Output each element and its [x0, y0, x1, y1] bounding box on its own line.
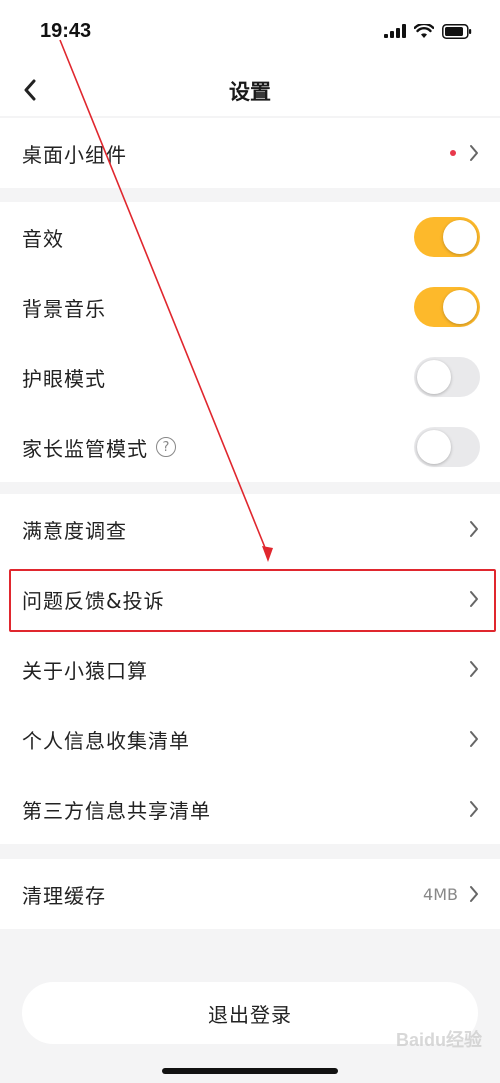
cache-size: 4MB: [423, 884, 458, 904]
notification-dot: [450, 150, 456, 156]
signal-icon: [384, 24, 406, 38]
row-label: 桌面小组件: [22, 142, 127, 167]
row-label: 满意度调查: [22, 518, 127, 543]
row-label: 护眼模式: [22, 366, 106, 391]
row-eye-care-mode: 护眼模式: [0, 342, 500, 412]
status-time: 19:43: [40, 20, 92, 42]
toggle-knob: [417, 360, 451, 394]
toggle-knob: [417, 430, 451, 464]
row-label: 问题反馈&投诉: [22, 588, 165, 613]
settings-group-toggles: 音效 背景音乐 护眼模式 家长监管模式 ?: [0, 202, 500, 482]
status-icons: [384, 22, 472, 40]
watermark: Baidu经验: [395, 1030, 482, 1050]
chevron-right-icon: [470, 661, 478, 677]
row-parental-control: 家长监管模式 ?: [0, 412, 500, 482]
row-sound-effects: 音效: [0, 202, 500, 272]
row-clear-cache[interactable]: 清理缓存 4MB: [0, 859, 500, 929]
help-icon[interactable]: ?: [156, 437, 176, 457]
row-desktop-widget[interactable]: 桌面小组件: [0, 118, 500, 188]
background-music-toggle[interactable]: [414, 287, 480, 327]
parental-control-toggle[interactable]: [414, 427, 480, 467]
row-label: 清理缓存: [22, 883, 106, 908]
chevron-right-icon: [470, 145, 478, 161]
status-bar: 19:43: [0, 0, 500, 64]
row-feedback-complaint[interactable]: 问题反馈&投诉: [0, 564, 500, 634]
home-indicator: [162, 1068, 338, 1074]
row-personal-info-list[interactable]: 个人信息收集清单: [0, 704, 500, 774]
eye-care-toggle[interactable]: [414, 357, 480, 397]
nav-bar: 设置: [0, 64, 500, 116]
row-background-music: 背景音乐: [0, 272, 500, 342]
sound-effects-toggle[interactable]: [414, 217, 480, 257]
chevron-right-icon: [470, 886, 478, 902]
row-label: 关于小猿口算: [22, 658, 148, 683]
row-satisfaction-survey[interactable]: 满意度调查: [0, 494, 500, 564]
battery-icon: [442, 23, 472, 39]
chevron-right-icon: [470, 591, 478, 607]
settings-group-info: 满意度调查 问题反馈&投诉 关于小猿口算 个人信息收集清单 第三方信息共享清单: [0, 494, 500, 844]
settings-group-widgets: 桌面小组件: [0, 118, 500, 188]
row-label: 个人信息收集清单: [22, 728, 190, 753]
row-label: 背景音乐: [22, 296, 106, 321]
chevron-right-icon: [470, 801, 478, 817]
toggle-knob: [443, 220, 477, 254]
page-title: 设置: [229, 80, 271, 104]
row-label: 第三方信息共享清单: [22, 798, 211, 823]
toggle-knob: [443, 290, 477, 324]
chevron-right-icon: [470, 731, 478, 747]
row-label: 家长监管模式: [22, 436, 148, 461]
row-about-app[interactable]: 关于小猿口算: [0, 634, 500, 704]
chevron-right-icon: [470, 521, 478, 537]
row-third-party-sharing-list[interactable]: 第三方信息共享清单: [0, 774, 500, 844]
wifi-icon: [414, 23, 434, 38]
settings-group-cache: 清理缓存 4MB: [0, 859, 500, 929]
row-label: 音效: [22, 226, 64, 251]
